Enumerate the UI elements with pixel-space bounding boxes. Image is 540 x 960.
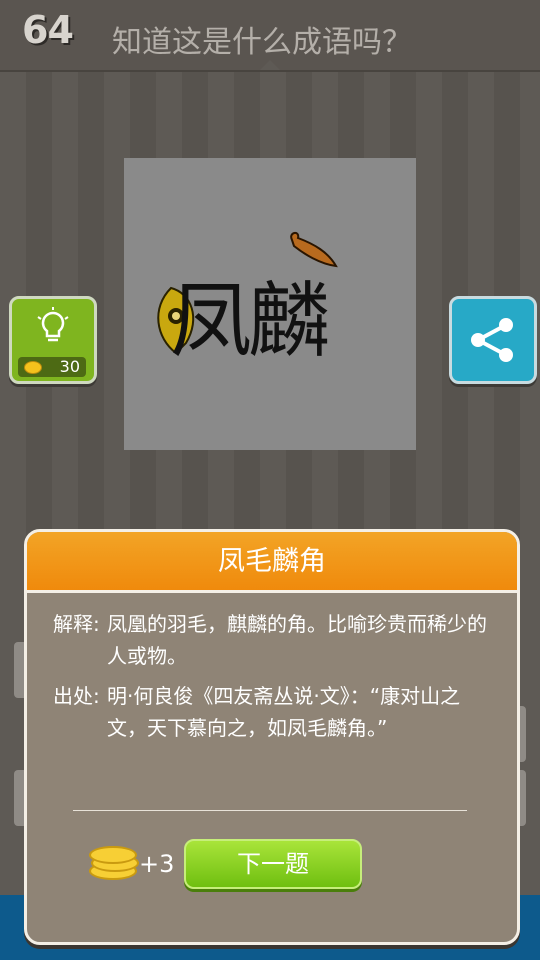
source-text: 明·何良俊《四友斋丛说·文》：“康对山之文，天下慕向之，如凤毛麟角。” [107,684,461,740]
share-icon [471,318,513,362]
header-notch [260,60,280,70]
puzzle-image: 凤麟 [124,158,416,450]
hint-button[interactable]: 30 [9,296,97,384]
share-button[interactable] [449,296,537,384]
coins-icon [89,844,139,880]
hint-cost: 30 [18,357,86,377]
next-question-button[interactable]: 下一题 [184,839,362,889]
top-bar: 64 知道这是什么成语吗？ [0,0,540,72]
divider [73,810,467,811]
explanation-row: 解释: 凤凰的羽毛，麒麟的角。比喻珍贵而稀少的人或物。 [53,608,493,672]
puzzle-characters: 凤麟 [170,274,330,369]
explanation-text: 凤凰的羽毛，麒麟的角。比喻珍贵而稀少的人或物。 [107,612,487,668]
lightbulb-icon [37,307,69,342]
explanation-label: 解释: [53,612,100,636]
reward-amount: +3 [139,850,175,878]
level-number: 64 [22,8,74,52]
coin-icon [24,361,42,374]
answer-dialog: 凤毛麟角 解释: 凤凰的羽毛，麒麟的角。比喻珍贵而稀少的人或物。 出处: 明·何… [24,529,520,945]
source-row: 出处: 明·何良俊《四友斋丛说·文》：“康对山之文，天下慕向之，如凤毛麟角。” [53,680,493,744]
source-label: 出处: [53,684,100,708]
idiom-title: 凤毛麟角 [27,532,517,593]
question-text: 知道这是什么成语吗？ [112,25,412,60]
hint-cost-value: 30 [59,357,80,376]
